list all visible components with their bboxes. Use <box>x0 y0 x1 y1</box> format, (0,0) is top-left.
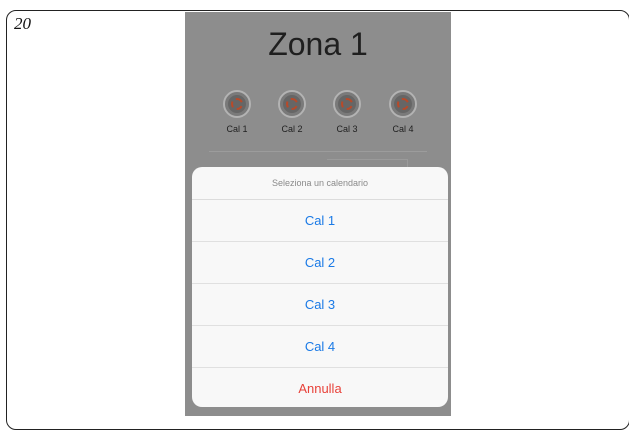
calendar-gear-icon <box>223 90 251 118</box>
divider <box>209 151 427 152</box>
calendar-button-4[interactable]: Cal 4 <box>383 90 423 134</box>
option-cal-1[interactable]: Cal 1 <box>192 200 448 242</box>
option-cal-3[interactable]: Cal 3 <box>192 284 448 326</box>
zone-title: Zona 1 <box>268 26 368 62</box>
calendar-button-3[interactable]: Cal 3 <box>327 90 367 134</box>
cancel-button[interactable]: Annulla <box>192 368 448 407</box>
option-cal-4[interactable]: Cal 4 <box>192 326 448 368</box>
page-number: 20 <box>14 14 31 33</box>
calendar-label: Cal 3 <box>336 124 358 134</box>
action-sheet: Seleziona un calendario Cal 1 Cal 2 Cal … <box>192 167 448 407</box>
calendar-label: Cal 2 <box>281 124 303 134</box>
calendar-gear-icon <box>333 90 361 118</box>
calendar-button-2[interactable]: Cal 2 <box>272 90 312 134</box>
option-cal-2[interactable]: Cal 2 <box>192 242 448 284</box>
calendar-label: Cal 1 <box>226 124 248 134</box>
calendar-label: Cal 4 <box>392 124 414 134</box>
calendar-gear-icon <box>389 90 417 118</box>
calendar-button-1[interactable]: Cal 1 <box>217 90 257 134</box>
action-sheet-title: Seleziona un calendario <box>192 167 448 200</box>
calendar-gear-icon <box>278 90 306 118</box>
